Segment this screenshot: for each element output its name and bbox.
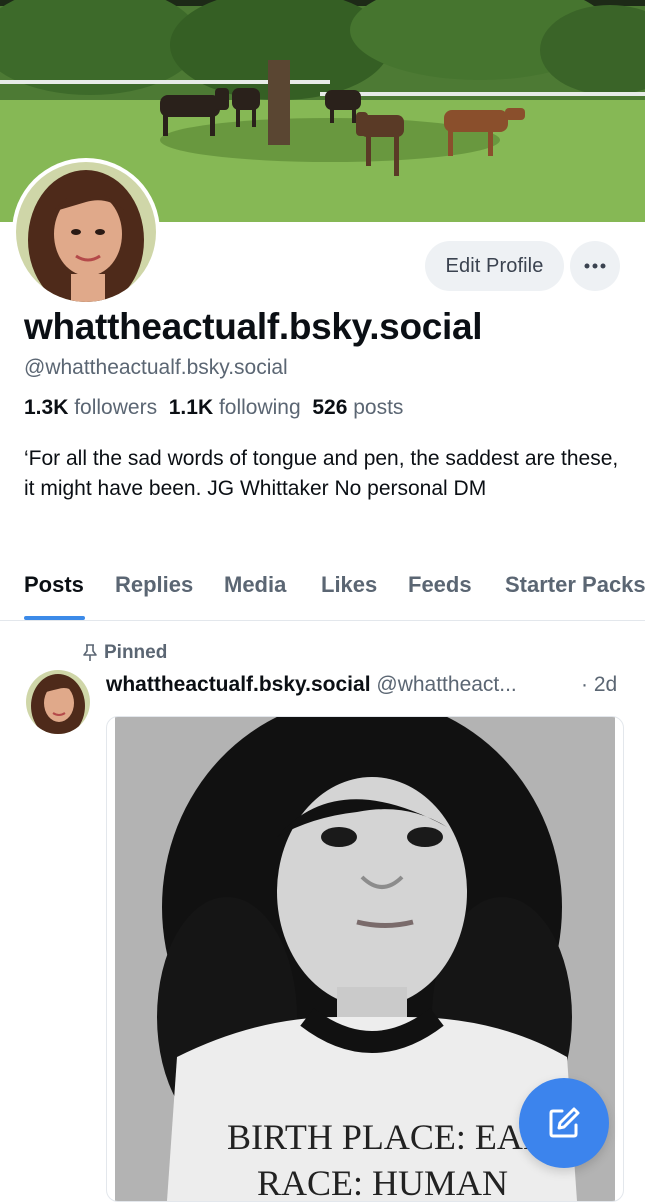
edit-profile-button[interactable]: Edit Profile	[425, 241, 564, 291]
tab-likes[interactable]: Likes	[321, 572, 377, 598]
pin-icon	[83, 644, 97, 661]
following-count: 1.1K	[168, 396, 214, 419]
following-stat[interactable]: 1.1K following	[169, 396, 301, 419]
display-name: whattheactualf.bsky.social	[24, 306, 483, 347]
more-options-button[interactable]	[570, 241, 620, 291]
profile-avatar[interactable]	[16, 162, 156, 302]
active-tab-indicator	[24, 616, 85, 620]
tab-feeds[interactable]: Feeds	[408, 572, 472, 598]
followers-label: followers	[74, 396, 158, 419]
posts-label: posts	[353, 396, 404, 419]
posts-stat: 526 posts	[312, 396, 403, 419]
post-author-avatar[interactable]	[26, 670, 90, 734]
post-author-handle[interactable]: @whattheact...	[376, 673, 516, 696]
pinned-indicator: Pinned	[82, 642, 167, 664]
tab-starter-packs[interactable]: Starter Packs	[505, 572, 645, 598]
following-label: following	[218, 396, 301, 419]
pinned-label: Pinned	[104, 642, 168, 663]
tab-posts[interactable]: Posts	[24, 572, 84, 598]
compose-button[interactable]	[519, 1078, 609, 1168]
profile-bio: ‘For all the sad words of tongue and pen…	[24, 447, 619, 500]
post-author-name[interactable]: whattheactualf.bsky.social	[106, 673, 371, 696]
followers-count: 1.3K	[24, 396, 69, 419]
profile-tabs: Posts Replies Media Likes Feeds Starter …	[0, 566, 645, 621]
followers-stat[interactable]: 1.3K followers	[24, 396, 157, 419]
tab-media[interactable]: Media	[224, 572, 286, 598]
tab-replies[interactable]: Replies	[115, 572, 193, 598]
profile-stats: 1.3K followers 1.1K following 526 posts	[24, 396, 403, 420]
ellipsis-icon	[584, 263, 606, 269]
posts-count: 526	[312, 396, 348, 419]
post-header: whattheactualf.bsky.social @whattheact..…	[106, 673, 517, 697]
post-timestamp[interactable]: · 2d	[581, 673, 617, 697]
shirt-text-line2: RACE: HUMAN	[257, 1163, 508, 1201]
compose-icon	[549, 1107, 580, 1138]
profile-handle: @whattheactualf.bsky.social	[24, 356, 288, 379]
